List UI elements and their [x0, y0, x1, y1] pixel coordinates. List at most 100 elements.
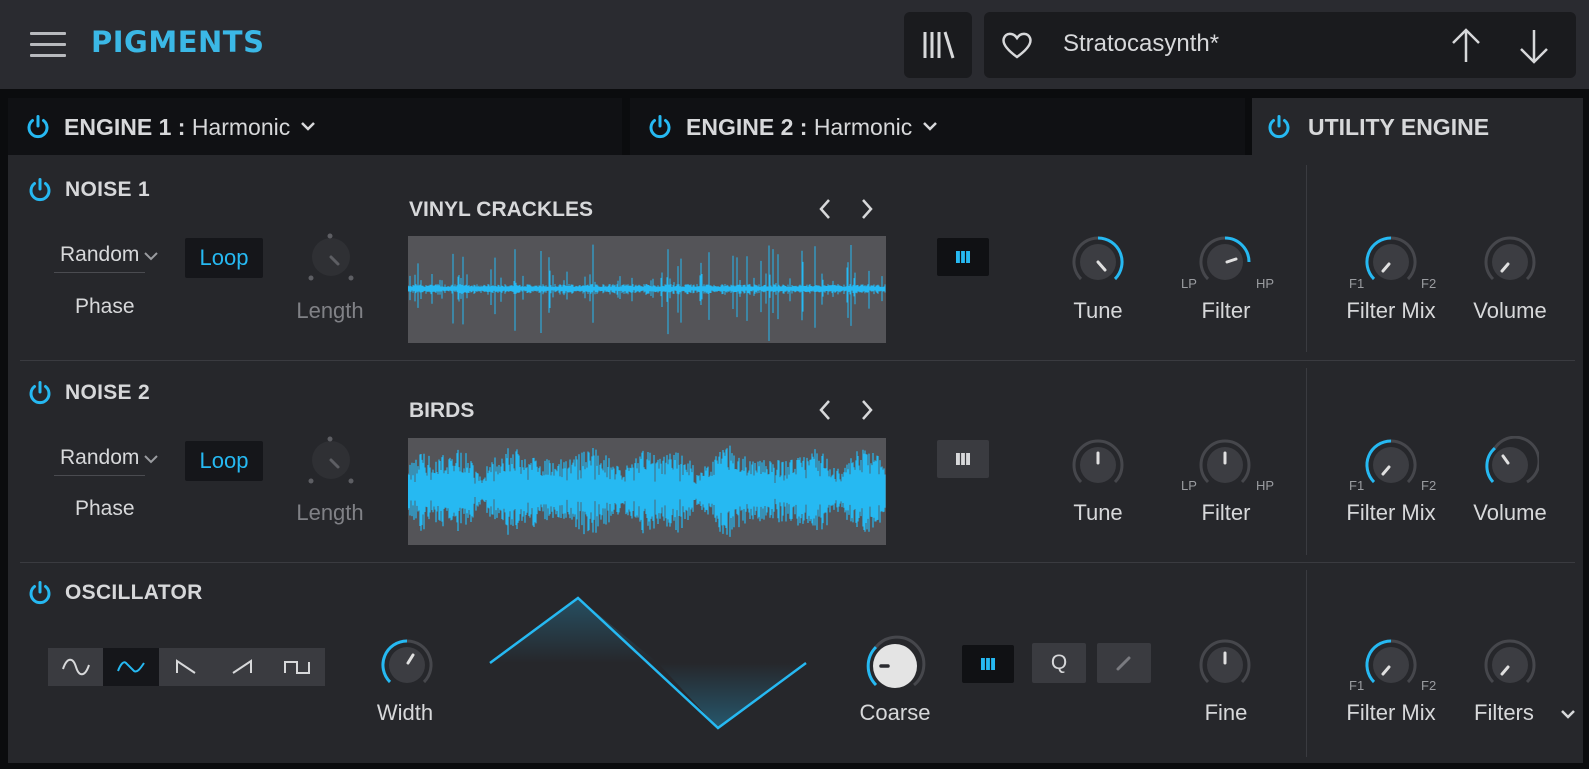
tab-utility-engine[interactable]: UTILITY ENGINE	[1252, 98, 1583, 155]
oscillator-edit-button[interactable]	[1097, 643, 1151, 683]
keyboard-icon	[956, 251, 970, 263]
engine-1-prefix: ENGINE 1 :	[64, 114, 186, 140]
row-divider	[20, 562, 1575, 563]
arrow-down-icon[interactable]	[1516, 26, 1552, 66]
keyboard-icon	[956, 453, 970, 465]
noise-1-f2-label: F2	[1421, 276, 1437, 291]
power-icon[interactable]	[647, 114, 673, 140]
menu-icon[interactable]	[30, 30, 66, 60]
noise-2-mode: Random	[60, 446, 140, 469]
oscillator-fine-label: Fine	[1204, 700, 1248, 725]
tab-engine-2[interactable]: ENGINE 2 : Harmonic	[630, 98, 1245, 155]
waveform-square-button[interactable]	[270, 648, 325, 686]
oscillator-volume-knob[interactable]	[1481, 636, 1539, 694]
noise-2-tune-knob[interactable]	[1069, 436, 1127, 494]
noise-2-keyboard-tracking-button[interactable]	[937, 440, 989, 478]
column-divider	[1306, 570, 1307, 757]
noise-1-filter-mix-knob[interactable]	[1362, 233, 1420, 291]
oscillator-f1-label: F1	[1349, 678, 1365, 693]
oscillator-title: OSCILLATOR	[65, 581, 203, 604]
waveform-selector	[48, 648, 325, 686]
oscillator-coarse-knob[interactable]	[862, 633, 928, 699]
oscillator-coarse-label: Coarse	[859, 700, 931, 725]
oscillator-f2-label: F2	[1421, 678, 1437, 693]
library-button[interactable]	[904, 12, 972, 78]
noise-1-waveform	[407, 244, 886, 341]
oscillator-width-label: Width	[376, 700, 434, 725]
noise-2-phase-label: Phase	[75, 497, 135, 520]
noise-2-filter-mix-label: Filter Mix	[1346, 500, 1436, 525]
noise-1-volume-label: Volume	[1473, 298, 1547, 323]
heart-icon[interactable]	[1000, 29, 1034, 61]
oscillator-fine-knob[interactable]	[1196, 636, 1254, 694]
noise-1-filter-label: Filter	[1201, 298, 1251, 323]
noise-2-loop-button[interactable]: Loop	[185, 441, 263, 481]
engine-2-type[interactable]: Harmonic	[814, 114, 912, 140]
noise-2-filter-label: Filter	[1201, 500, 1251, 525]
oscillator-filter-mix-knob[interactable]	[1362, 636, 1420, 694]
app-logo: PIGMENTS	[91, 25, 265, 59]
oscillator-filter-mix-label: Filter Mix	[1346, 700, 1436, 725]
oscillator-filters-dropdown[interactable]: Filters	[1474, 700, 1575, 726]
noise-1-filter-knob[interactable]	[1196, 233, 1254, 291]
sine-wave-icon	[61, 658, 90, 676]
chevron-down-icon	[1561, 710, 1575, 719]
library-icon	[923, 31, 955, 59]
oscillator-keyboard-tracking-button[interactable]	[962, 645, 1014, 683]
power-icon[interactable]	[27, 177, 53, 203]
oscillator-waveform-display[interactable]	[488, 590, 808, 730]
waveform-trace	[407, 445, 886, 537]
noise-2-sample-name: BIRDS	[409, 399, 475, 422]
noise-1-waveform-display[interactable]	[407, 236, 886, 343]
tab-engine-1[interactable]: ENGINE 1 : Harmonic	[8, 98, 622, 155]
engine-2-prefix: ENGINE 2 :	[686, 114, 808, 140]
noise-2-hp-label: HP	[1256, 478, 1275, 493]
row-divider	[20, 360, 1575, 361]
chevron-down-icon	[144, 455, 158, 464]
noise-1-loop-button[interactable]: Loop	[185, 238, 263, 278]
top-bar: PIGMENTS Stratocasynth*	[0, 0, 1589, 89]
oscillator-q-button[interactable]: Q	[1032, 643, 1086, 683]
chevron-left-icon[interactable]	[815, 397, 835, 423]
noise-2-mode-dropdown[interactable]: Random	[53, 446, 158, 476]
chevron-right-icon[interactable]	[857, 196, 877, 222]
noise-2-filter-knob[interactable]	[1196, 436, 1254, 494]
waveform-triangle-button[interactable]	[103, 648, 159, 686]
power-icon[interactable]	[27, 380, 53, 406]
power-icon[interactable]	[1266, 114, 1292, 140]
waveform-trace	[407, 244, 886, 341]
chevron-down-icon[interactable]	[300, 120, 316, 132]
chevron-left-icon[interactable]	[815, 196, 835, 222]
noise-2-title: NOISE 2	[65, 381, 150, 404]
waveform-ramp-down-button[interactable]	[159, 648, 214, 686]
waveform-sine-button[interactable]	[48, 648, 103, 686]
power-icon[interactable]	[25, 114, 51, 140]
engine-1-type[interactable]: Harmonic	[192, 114, 290, 140]
oscillator-width-knob[interactable]	[378, 636, 436, 694]
waveform-saw-button[interactable]	[214, 648, 269, 686]
noise-2-length-label: Length	[296, 500, 364, 525]
chevron-down-icon[interactable]	[922, 120, 938, 132]
saw-wave-icon	[232, 659, 252, 674]
noise-1-volume-knob[interactable]	[1481, 233, 1539, 291]
preset-browser: Stratocasynth*	[984, 12, 1576, 78]
noise-1-keyboard-tracking-button[interactable]	[937, 238, 989, 276]
noise-2-volume-knob[interactable]	[1481, 436, 1539, 494]
column-divider	[1306, 368, 1307, 555]
keyboard-icon	[981, 658, 995, 670]
square-wave-icon	[284, 661, 311, 674]
power-icon[interactable]	[27, 580, 53, 606]
noise-1-phase-label: Phase	[75, 295, 135, 318]
arrow-up-icon[interactable]	[1448, 26, 1484, 66]
noise-2-waveform-display[interactable]	[407, 438, 886, 545]
noise-1-length-knob[interactable]	[306, 230, 356, 284]
preset-name[interactable]: Stratocasynth*	[1063, 30, 1219, 58]
noise-2-length-knob[interactable]	[306, 433, 356, 487]
noise-1-mode-dropdown[interactable]: Random	[53, 243, 158, 273]
noise-1-filter-mix-label: Filter Mix	[1346, 298, 1436, 323]
noise-2-filter-mix-knob[interactable]	[1362, 436, 1420, 494]
ramp-down-wave-icon	[176, 659, 197, 674]
chevron-right-icon[interactable]	[857, 397, 877, 423]
noise-1-tune-knob[interactable]	[1069, 233, 1127, 291]
pencil-icon	[1116, 656, 1131, 671]
